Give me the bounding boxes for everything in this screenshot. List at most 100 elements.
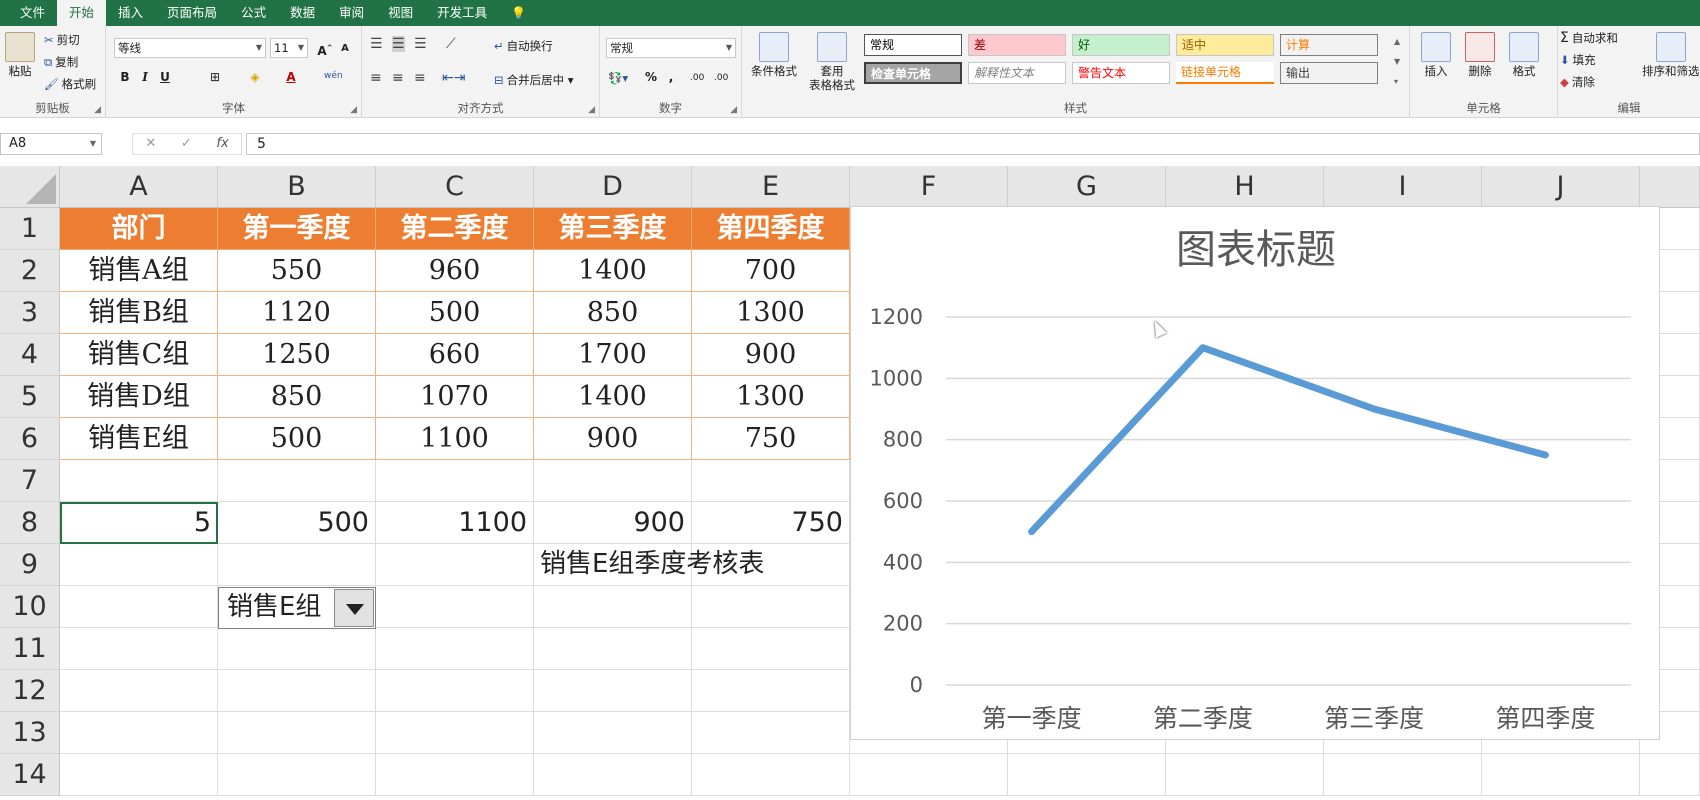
cell[interactable] xyxy=(1482,754,1640,796)
align-center-icon[interactable]: ≡ xyxy=(392,70,404,86)
line-chart[interactable]: 图表标题 0 200 400 600 800 1000 1200 第一季度 第二季度 第三季度 第四季… xyxy=(850,206,1660,740)
dropdown-arrow-icon[interactable] xyxy=(334,589,374,627)
italic-button[interactable]: I xyxy=(136,68,154,86)
column-header[interactable]: I xyxy=(1324,166,1482,208)
table-cell[interactable]: 850 xyxy=(534,292,692,334)
group-select-dropdown[interactable]: 销售E组 xyxy=(218,587,376,629)
cell[interactable] xyxy=(60,754,218,796)
chart-title-cell-d9[interactable]: 销售E组季度考核表 xyxy=(534,544,764,586)
table-cell[interactable]: 销售A组 xyxy=(60,250,218,292)
row-header[interactable]: 11 xyxy=(0,628,60,670)
table-cell[interactable]: 1700 xyxy=(534,334,692,376)
dialog-launcher-icon[interactable]: ◢ xyxy=(94,105,101,115)
copy-button[interactable]: ⧉ 复制 xyxy=(44,54,78,70)
cell[interactable] xyxy=(692,586,850,628)
cell[interactable] xyxy=(534,712,692,754)
cell[interactable]: 750 xyxy=(692,502,850,544)
cell[interactable] xyxy=(534,586,692,628)
cancel-icon[interactable]: ✕ xyxy=(145,134,156,154)
row-header[interactable]: 2 xyxy=(0,250,60,292)
tell-me-icon[interactable]: 💡 xyxy=(499,0,538,26)
underline-button[interactable]: U xyxy=(156,68,174,86)
dialog-launcher-icon[interactable]: ◢ xyxy=(350,105,357,115)
number-format-combo[interactable]: 常规 ▼ xyxy=(606,38,736,58)
cell[interactable] xyxy=(376,586,534,628)
increase-decimal-button[interactable]: .00 xyxy=(690,70,704,86)
cut-button[interactable]: ✂ 剪切 xyxy=(44,32,80,48)
fill-color-icon[interactable]: ◈ xyxy=(246,68,264,86)
ribbon-tab[interactable]: 开始 xyxy=(57,0,107,26)
cell[interactable] xyxy=(60,460,218,502)
bottom-align-icon[interactable]: ☰ xyxy=(414,36,427,52)
comma-button[interactable]: , xyxy=(662,68,680,86)
cell[interactable] xyxy=(376,754,534,796)
orientation-icon[interactable]: ⟋ xyxy=(446,36,456,52)
table-header-cell[interactable]: 第一季度 xyxy=(218,208,376,250)
table-cell[interactable]: 900 xyxy=(692,334,850,376)
column-header[interactable]: A xyxy=(60,166,218,208)
cell[interactable] xyxy=(692,754,850,796)
wrap-text-button[interactable]: ↵ 自动换行 xyxy=(494,38,553,54)
table-cell[interactable]: 960 xyxy=(376,250,534,292)
cell[interactable] xyxy=(60,586,218,628)
row-header[interactable]: 4 xyxy=(0,334,60,376)
dialog-launcher-icon[interactable]: ◢ xyxy=(730,105,737,115)
cell[interactable] xyxy=(534,754,692,796)
cell[interactable] xyxy=(60,544,218,586)
phonetic-button[interactable]: wén xyxy=(324,68,343,84)
table-cell[interactable]: 1100 xyxy=(376,418,534,460)
row-header[interactable]: 7 xyxy=(0,460,60,502)
enter-icon[interactable]: ✓ xyxy=(181,134,192,154)
merge-center-button[interactable]: ⊟ 合并后居中 ▾ xyxy=(494,72,574,88)
insert-cells-button[interactable]: 插入 xyxy=(1416,32,1456,78)
table-cell[interactable]: 700 xyxy=(692,250,850,292)
ribbon-tab[interactable]: 数据 xyxy=(278,0,327,26)
clear-button[interactable]: ◆ 清除 xyxy=(1560,74,1595,90)
select-all-button[interactable] xyxy=(0,166,60,208)
cell[interactable]: 900 xyxy=(534,502,692,544)
top-align-icon[interactable]: ☰ xyxy=(370,36,383,52)
table-cell[interactable]: 500 xyxy=(218,418,376,460)
table-cell[interactable]: 900 xyxy=(534,418,692,460)
format-as-table-button[interactable]: 套用 表格格式 xyxy=(804,32,860,92)
cell-style-swatch[interactable]: 解释性文本 xyxy=(968,62,1066,84)
font-name-combo[interactable]: 等线 ▼ xyxy=(114,38,266,58)
gallery-scroll-icon[interactable]: ▲ ▼ ▾ xyxy=(1394,32,1400,92)
cell-style-swatch[interactable]: 输出 xyxy=(1280,62,1378,84)
sort-filter-button[interactable]: 排序和筛选 xyxy=(1642,32,1700,78)
insert-function-icon[interactable]: fx xyxy=(216,134,228,154)
table-cell[interactable]: 1250 xyxy=(218,334,376,376)
cell-style-swatch[interactable]: 警告文本 xyxy=(1072,62,1170,84)
table-cell[interactable]: 850 xyxy=(218,376,376,418)
percent-button[interactable]: % xyxy=(642,68,660,86)
borders-icon[interactable]: ⊞ xyxy=(206,68,224,86)
table-cell[interactable]: 550 xyxy=(218,250,376,292)
table-cell[interactable]: 销售B组 xyxy=(60,292,218,334)
cell[interactable] xyxy=(218,670,376,712)
column-header[interactable]: E xyxy=(692,166,850,208)
font-color-button[interactable]: A xyxy=(282,68,300,86)
row-header[interactable]: 8 xyxy=(0,502,60,544)
autosum-button[interactable]: Σ 自动求和 xyxy=(1560,30,1618,46)
table-cell[interactable]: 660 xyxy=(376,334,534,376)
cell[interactable] xyxy=(692,460,850,502)
table-header-cell[interactable]: 第四季度 xyxy=(692,208,850,250)
column-header[interactable]: F xyxy=(850,166,1008,208)
table-cell[interactable]: 500 xyxy=(376,292,534,334)
font-size-combo[interactable]: 11 ▼ xyxy=(270,38,308,58)
ribbon-tab[interactable]: 插入 xyxy=(106,0,155,26)
cell[interactable] xyxy=(218,544,376,586)
table-cell[interactable]: 1120 xyxy=(218,292,376,334)
cell-style-swatch[interactable]: 常规 xyxy=(864,34,962,56)
row-header[interactable]: 12 xyxy=(0,670,60,712)
row-header[interactable]: 10 xyxy=(0,586,60,628)
column-header[interactable]: J xyxy=(1482,166,1640,208)
formula-input[interactable]: 5 xyxy=(246,133,1700,155)
column-header[interactable]: H xyxy=(1166,166,1324,208)
bold-button[interactable]: B xyxy=(116,68,134,86)
cell-style-swatch[interactable]: 计算 xyxy=(1280,34,1378,56)
cell[interactable] xyxy=(1640,754,1700,796)
row-header[interactable]: 3 xyxy=(0,292,60,334)
cell[interactable] xyxy=(60,670,218,712)
cell[interactable] xyxy=(376,628,534,670)
